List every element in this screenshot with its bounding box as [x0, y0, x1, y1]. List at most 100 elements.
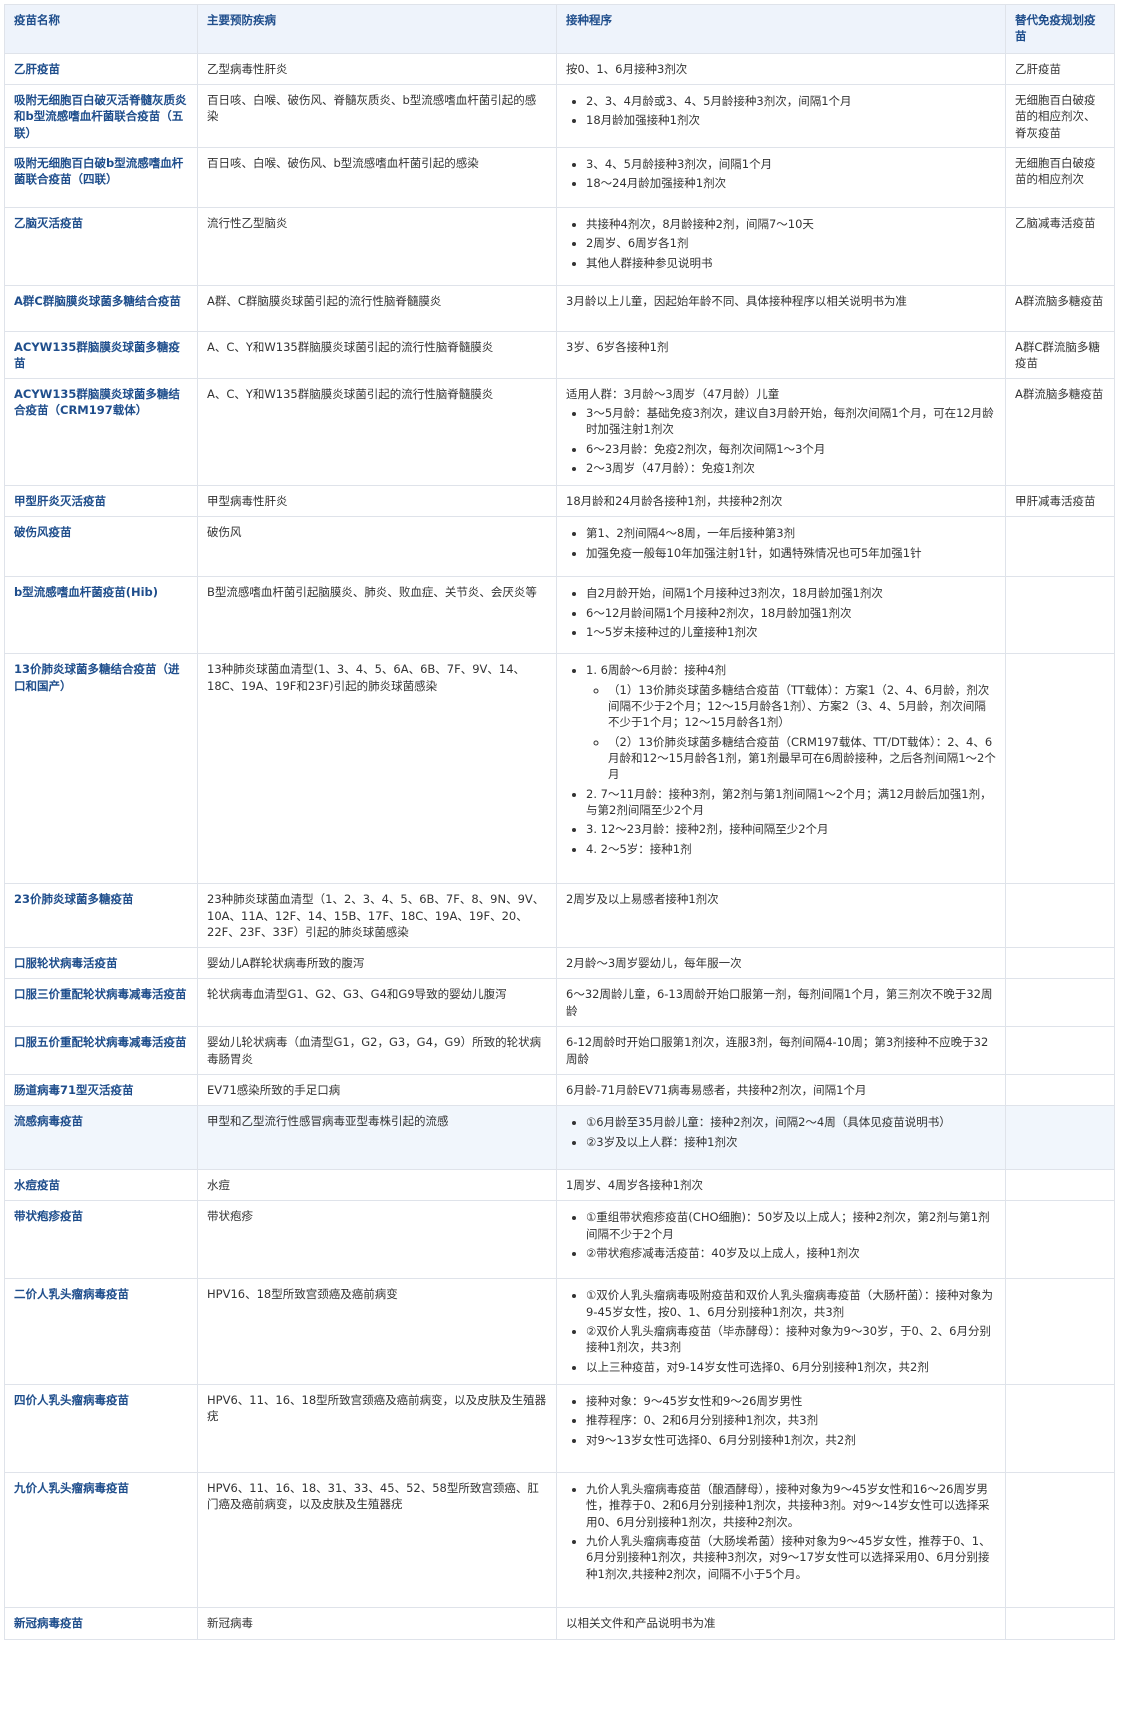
list-item: 接种对象：9～45岁女性和9～26周岁男性: [586, 1393, 996, 1409]
disease-cell: 百日咳、白喉、破伤风、脊髓灰质炎、b型流感嗜血杆菌引起的感染: [197, 84, 557, 148]
disease-cell: 乙型病毒性肝炎: [197, 53, 557, 85]
schedule-cell: 九价人乳头瘤病毒疫苗（酿酒酵母），接种对象为9～45岁女性和16～26周岁男性，…: [556, 1471, 1006, 1608]
schedule-cell: 按0、1、6月接种3剂次: [556, 53, 1006, 85]
sublist-item: （2）13价肺炎球菌多糖结合疫苗（CRM197载体、TT/DT载体）：2、4、6…: [608, 734, 996, 783]
schedule-cell: 6月龄-71月龄EV71病毒易感者，共接种2剂次，间隔1个月: [556, 1074, 1006, 1107]
alternative-cell: 无细胞百白破疫苗的相应剂次: [1005, 146, 1115, 208]
vaccine-name: 九价人乳头瘤病毒疫苗: [4, 1471, 198, 1608]
schedule-cell: 接种对象：9～45岁女性和9～26周岁男性 推荐程序：0、2和6月分别接种1剂次…: [556, 1383, 1006, 1473]
schedule-cell: ①重组带状疱疹疫苗(CHO细胞)：50岁及以上成人；接种2剂次，第2剂与第1剂间…: [556, 1200, 1006, 1280]
disease-cell: 破伤风: [197, 516, 557, 578]
list-item: 对9～13岁女性可选择0、6月分别接种1剂次，共2剂: [586, 1432, 996, 1448]
list-item: 2周岁、6周岁各1剂: [586, 235, 996, 251]
vaccine-name: 流感病毒疫苗: [4, 1105, 198, 1171]
schedule-list: 2、3、4月龄或3、4、5月龄接种3剂次，间隔1个月 18月龄加强接种1剂次: [566, 93, 996, 129]
list-item: 4. 2～5岁：接种1剂: [586, 841, 996, 857]
alternative-cell: [1005, 1026, 1115, 1076]
schedule-list: 3～5月龄：基础免疫3剂次，建议自3月龄开始，每剂次间隔1个月，可在12月龄时加…: [566, 405, 996, 476]
vaccine-table: 疫苗名称 主要预防疾病 接种程序 替代免疫规划疫苗 乙肝疫苗 乙型病毒性肝炎 按…: [4, 4, 1115, 1640]
header-vaccine-name[interactable]: 疫苗名称: [4, 4, 198, 54]
schedule-cell: 以相关文件和产品说明书为准: [556, 1606, 1006, 1640]
alternative-cell: [1005, 978, 1115, 1028]
vaccine-name: b型流感嗜血杆菌疫苗(Hib): [4, 576, 198, 655]
schedule-list: 自2月龄开始，间隔1个月接种过3剂次，18月龄加强1剂次 6～12月龄间隔1个月…: [566, 585, 996, 640]
vaccine-name: 甲型肝炎灭活疫苗: [4, 485, 198, 518]
schedule-list: 第1、2剂间隔4～8周，一年后接种第3剂 加强免疫一般每10年加强注射1针，如遇…: [566, 525, 996, 561]
list-item: 其他人群接种参见说明书: [586, 255, 996, 271]
schedule-list: ①6月龄至35月龄儿童：接种2剂次，间隔2～4周（具体见疫苗说明书） ②3岁及以…: [566, 1114, 996, 1150]
table-row: 乙肝疫苗 乙型病毒性肝炎 按0、1、6月接种3剂次 乙肝疫苗: [4, 53, 1115, 85]
disease-cell: A群、C群脑膜炎球菌引起的流行性脑脊髓膜炎: [197, 284, 557, 332]
schedule-list: 共接种4剂次，8月龄接种2剂，间隔7～10天 2周岁、6周岁各1剂 其他人群接种…: [566, 216, 996, 271]
alternative-cell: [1005, 1074, 1115, 1107]
vaccine-name: 水痘疫苗: [4, 1169, 198, 1202]
schedule-cell: 2月龄～3周岁婴幼儿，每年服一次: [556, 947, 1006, 980]
schedule-intro: 适用人群：3月龄～3周岁（47月龄）儿童: [566, 386, 780, 401]
list-item: ②3岁及以上人群：接种1剂次: [586, 1134, 996, 1150]
schedule-cell: 适用人群：3月龄～3周岁（47月龄）儿童 3～5月龄：基础免疫3剂次，建议自3月…: [556, 377, 1006, 487]
list-item: 第1、2剂间隔4～8周，一年后接种第3剂: [586, 525, 996, 541]
disease-cell: 婴幼儿A群轮状病毒所致的腹泻: [197, 947, 557, 980]
disease-cell: 13种肺炎球菌血清型(1、3、4、5、6A、6B、7F、9V、14、18C、19…: [197, 653, 557, 885]
vaccine-name: A群C群脑膜炎球菌多糖结合疫苗: [4, 284, 198, 332]
alternative-cell: [1005, 576, 1115, 655]
alternative-cell: 乙肝疫苗: [1005, 53, 1115, 85]
list-item: 以上三种疫苗，对9-14岁女性可选择0、6月分别接种1剂次，共2剂: [586, 1359, 996, 1375]
list-item: ①6月龄至35月龄儿童：接种2剂次，间隔2～4周（具体见疫苗说明书）: [586, 1114, 996, 1130]
list-item: 2、3、4月龄或3、4、5月龄接种3剂次，间隔1个月: [586, 93, 996, 109]
vaccine-name: 二价人乳头瘤病毒疫苗: [4, 1278, 198, 1385]
list-item: 推荐程序：0、2和6月分别接种1剂次，共3剂: [586, 1412, 996, 1428]
table-row: 吸附无细胞百白破b型流感嗜血杆菌联合疫苗（四联） 百日咳、白喉、破伤风、b型流感…: [4, 146, 1115, 208]
vaccine-name: 13价肺炎球菌多糖结合疫苗（进口和国产）: [4, 653, 198, 885]
schedule-cell: ①6月龄至35月龄儿童：接种2剂次，间隔2～4周（具体见疫苗说明书） ②3岁及以…: [556, 1105, 1006, 1171]
alternative-cell: A群流脑多糖疫苗: [1005, 284, 1115, 332]
schedule-sublist: （1）13价肺炎球菌多糖结合疫苗（TT载体）：方案1（2、4、6月龄，剂次间隔不…: [586, 682, 996, 783]
disease-cell: HPV16、18型所致宫颈癌及癌前病变: [197, 1278, 557, 1385]
vaccine-name: ACYW135群脑膜炎球菌多糖疫苗: [4, 330, 198, 379]
schedule-list: 3、4、5月龄接种3剂次，间隔1个月 18～24月龄加强接种1剂次: [566, 156, 996, 192]
list-item: 共接种4剂次，8月龄接种2剂，间隔7～10天: [586, 216, 996, 232]
list-item: 自2月龄开始，间隔1个月接种过3剂次，18月龄加强1剂次: [586, 585, 996, 601]
vaccine-name: 口服五价重配轮状病毒减毒活疫苗: [4, 1026, 198, 1076]
disease-cell: 轮状病毒血清型G1、G2、G3、G4和G9导致的婴幼儿腹泻: [197, 978, 557, 1028]
schedule-cell: 6-12周龄时开始口服第1剂次，连服3剂，每剂间隔4-10周；第3剂接种不应晚于…: [556, 1026, 1006, 1076]
alternative-cell: [1005, 1169, 1115, 1202]
alternative-cell: A群流脑多糖疫苗: [1005, 377, 1115, 487]
table-row: 二价人乳头瘤病毒疫苗 HPV16、18型所致宫颈癌及癌前病变 ①双价人乳头瘤病毒…: [4, 1278, 1115, 1385]
alternative-cell: [1005, 1383, 1115, 1473]
alternative-cell: [1005, 883, 1115, 949]
alternative-cell: [1005, 1471, 1115, 1608]
header-schedule[interactable]: 接种程序: [556, 4, 1006, 54]
alternative-cell: 无细胞百白破疫苗的相应剂次、脊灰疫苗: [1005, 84, 1115, 148]
vaccine-name: ACYW135群脑膜炎球菌多糖结合疫苗（CRM197载体）: [4, 377, 198, 487]
disease-cell: 甲型病毒性肝炎: [197, 485, 557, 518]
header-disease[interactable]: 主要预防疾病: [197, 4, 557, 54]
list-item: 九价人乳头瘤病毒疫苗（酿酒酵母），接种对象为9～45岁女性和16～26周岁男性，…: [586, 1481, 996, 1530]
disease-cell: 百日咳、白喉、破伤风、b型流感嗜血杆菌引起的感染: [197, 146, 557, 208]
vaccine-name: 吸附无细胞百白破b型流感嗜血杆菌联合疫苗（四联）: [4, 146, 198, 208]
table-row: 甲型肝炎灭活疫苗 甲型病毒性肝炎 18月龄和24月龄各接种1剂，共接种2剂次 甲…: [4, 485, 1115, 518]
list-item: 加强免疫一般每10年加强注射1针，如遇特殊情况也可5年加强1针: [586, 545, 996, 561]
schedule-list: 接种对象：9～45岁女性和9～26周岁男性 推荐程序：0、2和6月分别接种1剂次…: [566, 1393, 996, 1448]
list-item: 6～23月龄：免疫2剂次，每剂次间隔1～3个月: [586, 441, 996, 457]
schedule-cell: 1周岁、4周岁各接种1剂次: [556, 1169, 1006, 1202]
alternative-cell: [1005, 1606, 1115, 1640]
table-row: b型流感嗜血杆菌疫苗(Hib) B型流感嗜血杆菌引起脑膜炎、肺炎、败血症、关节炎…: [4, 576, 1115, 655]
table-row: 水痘疫苗 水痘 1周岁、4周岁各接种1剂次: [4, 1169, 1115, 1202]
list-item: 1. 6周龄～6月龄：接种4剂 （1）13价肺炎球菌多糖结合疫苗（TT载体）：方…: [586, 662, 996, 782]
table-row: 新冠病毒疫苗 新冠病毒 以相关文件和产品说明书为准: [4, 1606, 1115, 1640]
vaccine-name: 肠道病毒71型灭活疫苗: [4, 1074, 198, 1107]
list-item: ①重组带状疱疹疫苗(CHO细胞)：50岁及以上成人；接种2剂次，第2剂与第1剂间…: [586, 1209, 996, 1242]
schedule-cell: 18月龄和24月龄各接种1剂，共接种2剂次: [556, 485, 1006, 518]
disease-cell: 新冠病毒: [197, 1606, 557, 1640]
vaccine-name: 口服轮状病毒活疫苗: [4, 947, 198, 980]
list-item: 1～5岁未接种过的儿童接种1剂次: [586, 624, 996, 640]
header-alternative[interactable]: 替代免疫规划疫苗: [1005, 4, 1115, 54]
table-row: 吸附无细胞百白破灭活脊髓灰质炎和b型流感嗜血杆菌联合疫苗（五联） 百日咳、白喉、…: [4, 84, 1115, 148]
list-item: ②双价人乳头瘤病毒疫苗（毕赤酵母）：接种对象为9～30岁，于0、2、6月分别接种…: [586, 1323, 996, 1356]
schedule-cell: 2、3、4月龄或3、4、5月龄接种3剂次，间隔1个月 18月龄加强接种1剂次: [556, 84, 1006, 148]
list-item: 3～5月龄：基础免疫3剂次，建议自3月龄开始，每剂次间隔1个月，可在12月龄时加…: [586, 405, 996, 438]
table-row: 带状疱疹疫苗 带状疱疹 ①重组带状疱疹疫苗(CHO细胞)：50岁及以上成人；接种…: [4, 1200, 1115, 1280]
vaccine-name: 乙肝疫苗: [4, 53, 198, 85]
table-row: 13价肺炎球菌多糖结合疫苗（进口和国产） 13种肺炎球菌血清型(1、3、4、5、…: [4, 653, 1115, 885]
